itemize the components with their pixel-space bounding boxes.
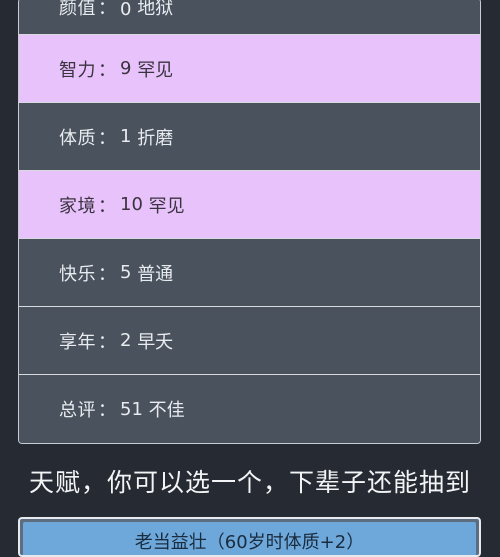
attribute-value: 0 (120, 0, 132, 20)
attribute-row-overall: 总评： 51 不佳 (19, 375, 480, 443)
attribute-value: 5 (120, 262, 132, 283)
attribute-separator: ： (98, 400, 116, 421)
attribute-separator: ： (98, 195, 116, 217)
attribute-name: 家境 (59, 195, 96, 217)
attribute-value: 9 (120, 58, 132, 79)
attribute-row-lifespan: 享年： 2 早夭 (19, 307, 480, 375)
attribute-row-family: 家境： 10 罕见 (19, 171, 480, 239)
attribute-rating: 早夭 (137, 331, 174, 353)
attribute-rating: 折磨 (137, 127, 174, 149)
attribute-rating: 罕见 (137, 59, 174, 81)
attribute-separator: ： (98, 331, 116, 353)
attribute-separator: ： (98, 127, 116, 149)
attribute-separator: ： (98, 0, 116, 19)
attribute-separator: ： (98, 263, 116, 285)
attribute-name: 快乐 (59, 263, 96, 285)
attribute-rating: 普通 (137, 263, 174, 285)
attribute-row-appearance: 颜值： 0 地狱 (19, 0, 480, 35)
attribute-name: 总评 (59, 400, 96, 421)
attribute-name: 享年 (59, 331, 96, 353)
attribute-name: 颜值 (59, 0, 96, 19)
attribute-value: 1 (120, 126, 132, 147)
attribute-summary-panel: 颜值： 0 地狱 智力： 9 罕见 体质： 1 折磨 家境： 10 罕见 快乐： 5 普通… (18, 0, 481, 444)
attribute-rating: 地狱 (137, 0, 174, 19)
attribute-rating: 罕见 (148, 195, 185, 217)
attribute-value: 2 (120, 330, 132, 351)
attribute-row-constitution: 体质： 1 折磨 (19, 103, 480, 171)
attribute-name: 智力 (59, 59, 96, 81)
talent-option-label[interactable]: 老当益壮（60岁时体质+2） (23, 522, 476, 555)
attribute-row-intelligence: 智力： 9 罕见 (19, 35, 480, 103)
attribute-name: 体质 (59, 127, 96, 149)
talent-section-heading: 天赋，你可以选一个，下辈子还能抽到 (28, 468, 471, 497)
attribute-rating: 不佳 (148, 400, 185, 421)
attribute-separator: ： (98, 59, 116, 81)
talent-option[interactable]: 老当益壮（60岁时体质+2） (18, 517, 481, 557)
attribute-value: 51 (120, 398, 143, 420)
attribute-row-happiness: 快乐： 5 普通 (19, 239, 480, 307)
attribute-value: 10 (120, 194, 143, 215)
